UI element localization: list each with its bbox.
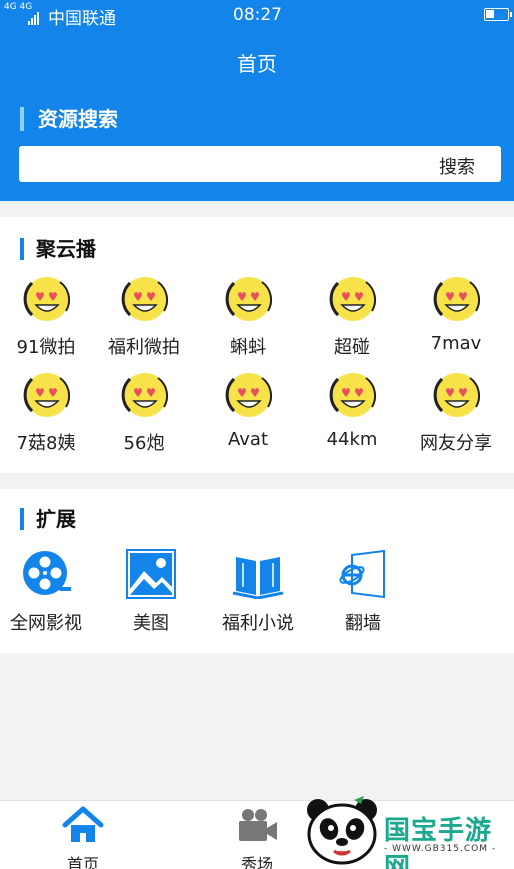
tab-home[interactable]: 首页 <box>18 801 148 869</box>
panda-logo-icon <box>307 796 377 865</box>
juyunbo-section: 聚云播 91微拍 福利微拍 蝌蚪 超碰 7mav 7菇8姨 56炮 Avat 4… <box>0 217 514 473</box>
juyunbo-row-1: 91微拍 福利微拍 蝌蚪 超碰 7mav <box>0 275 514 359</box>
picture-icon <box>126 549 176 599</box>
app-item[interactable]: 网友分享 <box>404 371 508 455</box>
heart-eyes-emoji-icon <box>22 275 70 323</box>
ie-browser-icon <box>339 549 385 599</box>
juyunbo-row-2: 7菇8姨 56炮 Avat 44km 网友分享 <box>0 371 514 455</box>
search-button[interactable]: 搜索 <box>439 153 475 179</box>
extension-item[interactable]: 福利小说 <box>203 549 313 635</box>
heart-eyes-emoji-icon <box>22 371 70 419</box>
juyunbo-title: 聚云播 <box>20 238 96 260</box>
app-item-label: 超碰 <box>334 337 370 358</box>
open-book-icon <box>232 557 284 600</box>
film-reel-icon <box>23 551 72 595</box>
heart-eyes-emoji-icon <box>120 371 168 419</box>
heart-eyes-emoji-icon <box>224 371 272 419</box>
watermark-url: - WWW.GB315.COM - <box>384 844 497 854</box>
home-icon <box>62 806 104 842</box>
app-item-label: 44km <box>326 429 378 450</box>
app-item-label: 91微拍 <box>16 337 76 358</box>
status-time: 08:27 <box>233 5 282 25</box>
app-item-label: 56炮 <box>123 433 165 454</box>
video-camera-icon <box>239 809 277 841</box>
status-bar: 4G 4G 中国联通 08:27 <box>0 0 514 30</box>
app-item[interactable]: 7mav <box>404 275 508 359</box>
app-item[interactable]: 44km <box>300 371 404 455</box>
page-title: 首页 <box>237 52 277 76</box>
heart-eyes-emoji-icon <box>432 371 480 419</box>
extensions-section: 扩展 全网影视 美图 福利小说 翻墙 <box>0 489 514 653</box>
extension-item-label: 美图 <box>133 613 169 634</box>
watermark-text: 国宝手游网 <box>384 816 493 869</box>
extension-item[interactable]: 美图 <box>96 549 206 635</box>
search-bar: 搜索 <box>19 146 501 182</box>
app-item-label: Avat <box>228 429 268 450</box>
extension-item-label: 翻墙 <box>345 613 381 634</box>
app-item[interactable]: 56炮 <box>92 371 196 455</box>
carrier-name: 中国联通 <box>48 9 116 29</box>
extension-item[interactable]: 翻墙 <box>308 549 418 635</box>
extensions-title: 扩展 <box>20 508 76 530</box>
app-item-label: 蝌蚪 <box>230 337 266 358</box>
app-item[interactable]: 福利微拍 <box>92 275 196 359</box>
app-item-label: 福利微拍 <box>108 337 180 358</box>
extension-item-label: 福利小说 <box>222 613 294 634</box>
extension-item[interactable]: 全网影视 <box>0 549 101 635</box>
search-input[interactable] <box>27 152 417 176</box>
extension-item-label: 全网影视 <box>10 613 82 634</box>
tab-home-label: 首页 <box>66 855 99 869</box>
heart-eyes-emoji-icon <box>120 275 168 323</box>
extensions-row: 全网影视 美图 福利小说 翻墙 <box>0 549 514 639</box>
app-item[interactable]: 7菇8姨 <box>0 371 92 455</box>
heart-eyes-emoji-icon <box>432 275 480 323</box>
watermark: 国宝手游网 - WWW.GB315.COM - <box>300 790 514 869</box>
heart-eyes-emoji-icon <box>224 275 272 323</box>
header: 4G 4G 中国联通 08:27 首页 资源搜索 搜索 <box>0 0 514 201</box>
app-item[interactable]: Avat <box>196 371 300 455</box>
battery-icon <box>484 8 512 21</box>
heart-eyes-emoji-icon <box>328 371 376 419</box>
heart-eyes-emoji-icon <box>328 275 376 323</box>
app-item[interactable]: 91微拍 <box>0 275 92 359</box>
app-item-label: 7菇8姨 <box>16 433 76 454</box>
signal-bars-icon <box>28 6 40 25</box>
app-item-label: 7mav <box>430 333 482 354</box>
app-item[interactable]: 蝌蚪 <box>196 275 300 359</box>
app-item[interactable]: 超碰 <box>300 275 404 359</box>
app-item-label: 网友分享 <box>420 433 492 454</box>
search-section-title: 资源搜索 <box>20 107 118 131</box>
